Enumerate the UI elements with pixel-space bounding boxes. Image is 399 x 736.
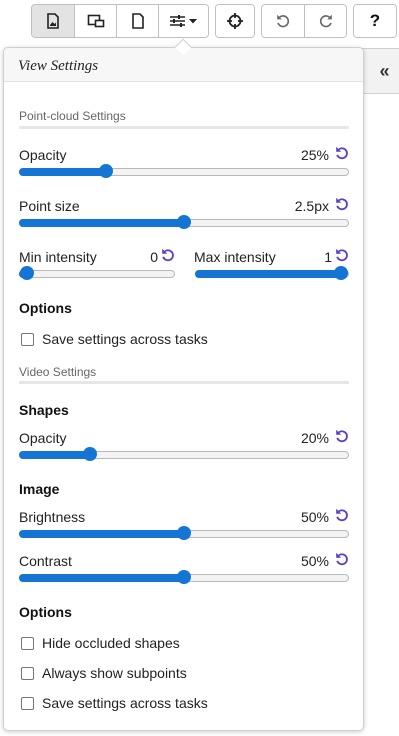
- shapes-heading: Shapes: [19, 402, 69, 418]
- view-mode-group: [31, 4, 209, 38]
- video-save-settings-label: Save settings across tasks: [42, 695, 208, 711]
- shapes-opacity-label: Opacity: [19, 430, 67, 446]
- reset-icon[interactable]: [334, 196, 350, 212]
- slider-thumb[interactable]: [177, 570, 191, 584]
- undo-icon: [277, 14, 290, 28]
- help-button[interactable]: ?: [354, 5, 396, 37]
- point-size-slider[interactable]: [19, 215, 349, 229]
- view-settings-popover: View Settings Point-cloud Settings Opaci…: [3, 47, 364, 731]
- pc-options-heading: Options: [19, 300, 72, 316]
- section-divider: [19, 126, 349, 129]
- undo-button[interactable]: [262, 5, 304, 37]
- always-subpoints-row[interactable]: Always show subpoints: [21, 665, 187, 681]
- slider-thumb[interactable]: [99, 164, 113, 178]
- brightness-slider[interactable]: [19, 526, 349, 540]
- toolbar: ?: [31, 4, 397, 38]
- brightness-value: 50%: [300, 509, 329, 525]
- point-cloud-section-label: Point-cloud Settings: [19, 109, 126, 123]
- reset-icon[interactable]: [334, 428, 350, 444]
- slider-thumb[interactable]: [20, 266, 34, 280]
- min-intensity-value: 0: [150, 249, 158, 265]
- pc-save-settings-row[interactable]: Save settings across tasks: [21, 331, 208, 347]
- section-divider: [19, 381, 349, 384]
- crosshair-group: [215, 4, 255, 38]
- blank-view-button[interactable]: [116, 5, 158, 37]
- pc-opacity-slider[interactable]: [19, 164, 349, 178]
- pc-opacity-label: Opacity: [19, 147, 67, 163]
- view-settings-button[interactable]: [158, 5, 208, 37]
- redo-button[interactable]: [304, 5, 346, 37]
- layout-view-button[interactable]: [74, 5, 116, 37]
- image-heading: Image: [19, 481, 60, 497]
- hide-occluded-checkbox[interactable]: [21, 636, 34, 650]
- min-intensity-label: Min intensity: [19, 249, 97, 265]
- contrast-label: Contrast: [19, 553, 72, 569]
- slider-fill: [19, 574, 183, 582]
- pc-save-settings-checkbox[interactable]: [21, 332, 34, 346]
- slider-fill: [19, 168, 105, 176]
- pc-save-settings-label: Save settings across tasks: [42, 331, 208, 347]
- image-file-icon: [47, 13, 59, 29]
- popover-title: View Settings: [18, 58, 99, 74]
- video-save-settings-row[interactable]: Save settings across tasks: [21, 695, 208, 711]
- reset-icon[interactable]: [334, 507, 350, 523]
- shapes-opacity-value: 20%: [300, 430, 329, 446]
- min-intensity-slider[interactable]: [19, 266, 175, 280]
- point-size-value: 2.5px: [294, 198, 329, 214]
- slider-fill: [195, 270, 340, 278]
- hide-occluded-label: Hide occluded shapes: [42, 635, 180, 651]
- max-intensity-value: 1: [324, 249, 332, 265]
- slider-thumb[interactable]: [177, 526, 191, 540]
- reset-icon[interactable]: [160, 247, 176, 263]
- pc-opacity-value: 25%: [300, 147, 329, 163]
- max-intensity-label: Max intensity: [194, 249, 276, 265]
- shapes-opacity-slider[interactable]: [19, 447, 349, 461]
- always-subpoints-label: Always show subpoints: [42, 665, 187, 681]
- reset-icon[interactable]: [334, 247, 350, 263]
- video-save-settings-checkbox[interactable]: [21, 696, 34, 710]
- hide-occluded-row[interactable]: Hide occluded shapes: [21, 635, 180, 651]
- slider-thumb[interactable]: [177, 215, 191, 229]
- settings-sliders-icon: [169, 15, 197, 27]
- slider-thumb[interactable]: [83, 447, 97, 461]
- contrast-value: 50%: [300, 553, 329, 569]
- double-chevron-left-icon: «: [379, 60, 390, 81]
- crosshair-icon: [227, 13, 243, 29]
- redo-icon: [319, 14, 332, 28]
- point-size-label: Point size: [19, 198, 80, 214]
- always-subpoints-checkbox[interactable]: [21, 666, 34, 680]
- slider-fill: [19, 219, 183, 227]
- slider-thumb[interactable]: [334, 266, 348, 280]
- help-label: ?: [369, 11, 381, 30]
- video-section-label: Video Settings: [19, 365, 97, 379]
- slider-fill: [19, 451, 89, 459]
- reset-icon[interactable]: [334, 551, 350, 567]
- reset-icon[interactable]: [334, 145, 350, 161]
- video-options-heading: Options: [19, 604, 72, 620]
- brightness-label: Brightness: [19, 509, 86, 525]
- layout-icon: [87, 14, 104, 28]
- help-group: ?: [353, 4, 397, 38]
- crosshair-button[interactable]: [216, 5, 254, 37]
- max-intensity-slider[interactable]: [195, 266, 349, 280]
- history-group: [261, 4, 347, 38]
- contrast-slider[interactable]: [19, 570, 349, 584]
- slider-fill: [19, 530, 183, 538]
- blank-file-icon: [131, 13, 144, 29]
- image-view-button[interactable]: [32, 5, 74, 37]
